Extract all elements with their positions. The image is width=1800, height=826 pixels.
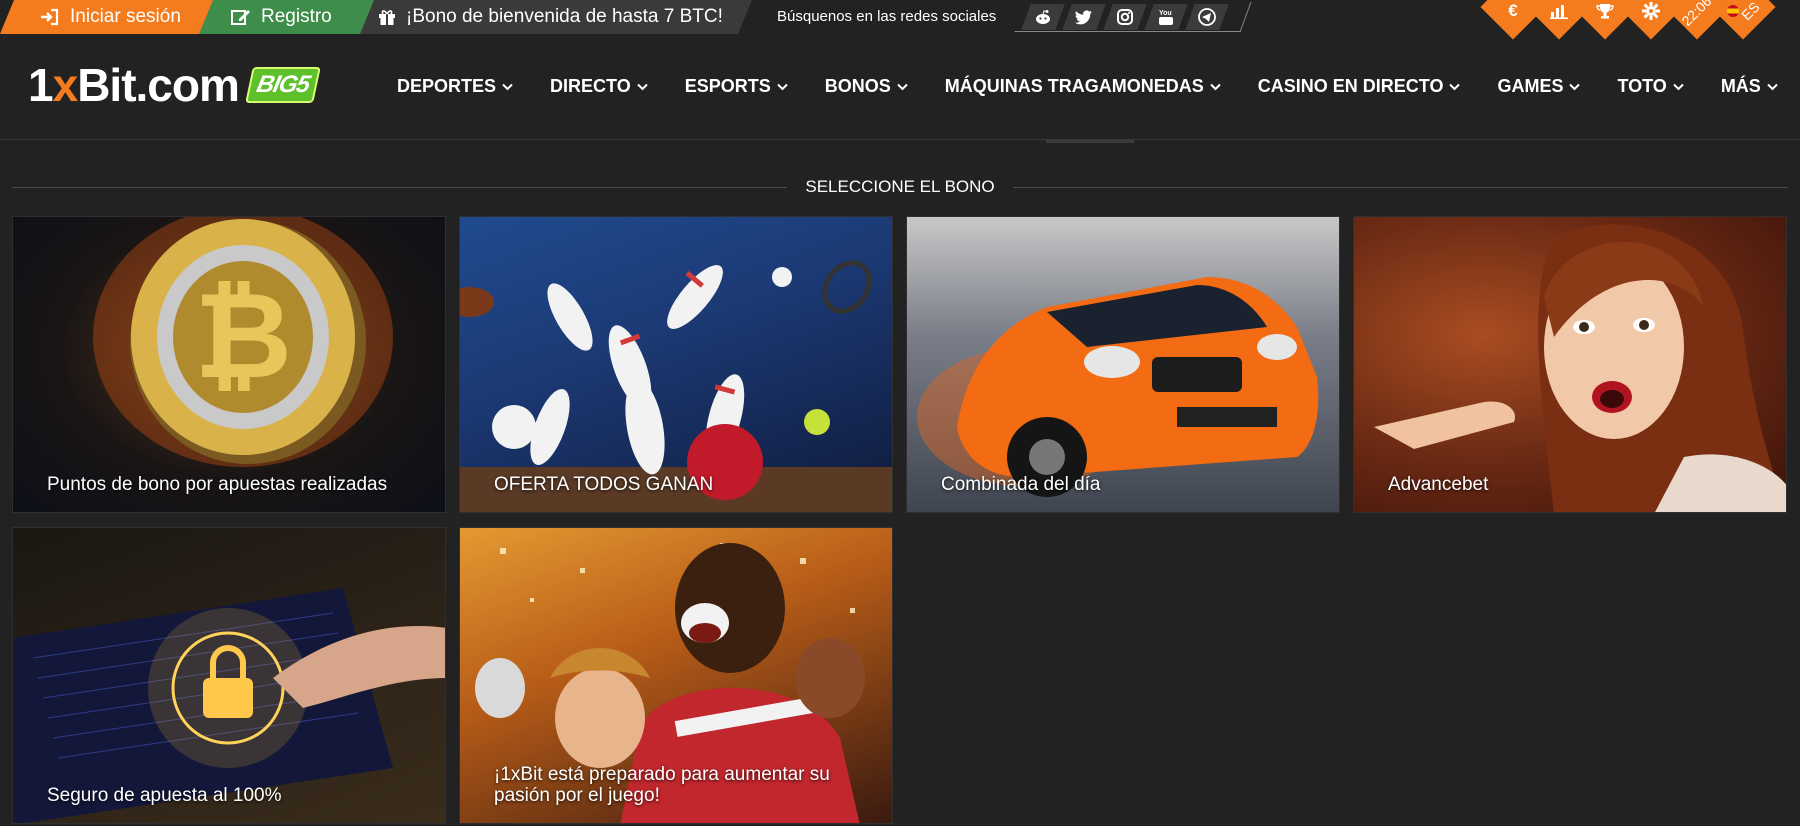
nav-maquinas-tragamonedas[interactable]: MÁQUINAS TRAGAMONEDAS (945, 76, 1221, 97)
chevron-down-icon (897, 83, 908, 90)
padlock-tablet-image (13, 588, 445, 823)
chevron-down-icon (1767, 83, 1778, 90)
youtube-icon: You (1159, 10, 1173, 25)
nav-label: MÁQUINAS TRAGAMONEDAS (944, 76, 1204, 96)
card-title: Combinada del día (941, 474, 1101, 496)
nav-mas[interactable]: MÁS (1721, 76, 1778, 97)
nav-label: DIRECTO (550, 76, 631, 96)
spain-flag-icon (1726, 5, 1739, 17)
instagram-link[interactable] (1103, 4, 1147, 30)
card-title: OFERTA TODOS GANAN (494, 474, 714, 496)
chart-icon (1550, 5, 1568, 19)
bowling-pins-image (460, 260, 892, 512)
nav-games[interactable]: GAMES (1497, 76, 1581, 97)
nav-label: DEPORTES (397, 76, 497, 96)
section-title: SELECCIONE EL BONO (805, 177, 995, 196)
chevron-down-icon (1569, 83, 1581, 90)
svg-text:₿: ₿ (194, 269, 292, 403)
instagram-icon (1117, 9, 1133, 25)
main-nav: DEPORTES DIRECTO ESPORTS BONOS MÁQUINAS … (397, 76, 1778, 97)
bonus-card-combo-of-the-day[interactable]: Combinada del día (906, 216, 1340, 513)
reddit-link[interactable] (1021, 4, 1065, 30)
nav-toto[interactable]: TOTO (1617, 76, 1684, 97)
time-display: 22:06 (1678, 0, 1716, 30)
nav-label: MÁS (1720, 76, 1761, 96)
edit-icon (231, 8, 251, 26)
nav-label: ESPORTS (684, 76, 771, 96)
register-label: Registro (261, 6, 332, 27)
language-button[interactable]: ES (1720, 0, 1766, 34)
card-title: Puntos de bono por apuestas realizadas (47, 474, 388, 496)
login-button[interactable]: Iniciar sesión (0, 0, 215, 34)
welcome-bonus-label: ¡Bono de bienvenida de hasta 7 BTC! (406, 6, 723, 27)
nav-label: TOTO (1617, 76, 1667, 96)
card-title: Advancebet (1388, 474, 1489, 496)
header-divider-mark (1046, 140, 1134, 143)
big5-badge: BIG5 (245, 67, 321, 103)
logo-part-2: Bit.com (77, 59, 240, 111)
telegram-icon (1198, 8, 1216, 26)
divider-line (1012, 186, 1789, 188)
surprised-woman-image (1374, 224, 1786, 512)
bonus-card-everyone-wins[interactable]: OFERTA TODOS GANAN (459, 216, 893, 513)
nav-label: GAMES (1497, 76, 1564, 96)
nav-esports[interactable]: ESPORTS (685, 76, 788, 97)
divider-line (12, 186, 788, 188)
euro-icon: € (1508, 1, 1518, 20)
telegram-link[interactable] (1185, 4, 1229, 30)
chevron-down-icon (1449, 83, 1461, 90)
chevron-down-icon (1673, 83, 1684, 90)
youtube-link[interactable]: You (1144, 4, 1188, 30)
card-title: Seguro de apuesta al 100% (47, 785, 282, 807)
bonus-card-advancebet[interactable]: Advancebet (1353, 216, 1787, 513)
chevron-down-icon (1210, 83, 1221, 90)
chevron-down-icon (777, 83, 788, 90)
social-links: You (1020, 2, 1246, 32)
card-title: ¡1xBit está preparado para aumentar su p… (494, 764, 830, 807)
social-label: Búsquenos en las redes sociales (777, 7, 997, 25)
nav-directo[interactable]: DIRECTO (550, 76, 648, 97)
gear-icon (1642, 2, 1660, 20)
nav-deportes[interactable]: DEPORTES (397, 76, 513, 97)
twitter-link[interactable] (1062, 4, 1106, 30)
reddit-icon (1036, 10, 1050, 24)
svg-text:You: You (1159, 10, 1172, 17)
nav-label: CASINO EN DIRECTO (1257, 76, 1444, 96)
nav-label: BONOS (824, 76, 891, 96)
bitcoin-coin-image: ₿ (93, 217, 393, 467)
login-label: Iniciar sesión (70, 6, 181, 27)
logo-x: x (52, 59, 79, 111)
welcome-bonus-link[interactable]: ¡Bono de bienvenida de hasta 7 BTC! (360, 0, 752, 34)
logo-part-1: 1 (28, 59, 54, 111)
bonus-card-bonus-points[interactable]: ₿ Puntos de bono por apuestas realizadas (12, 216, 446, 513)
orange-car-image (917, 277, 1319, 497)
nav-bonos[interactable]: BONOS (825, 76, 908, 97)
chevron-down-icon (502, 83, 513, 90)
language-code: ES (1737, 0, 1763, 24)
chevron-down-icon (637, 83, 648, 90)
bonus-card-passion-for-game[interactable]: ¡1xBit está preparado para aumentar su p… (459, 527, 893, 824)
site-logo[interactable]: 1 x Bit.com BIG5 (28, 58, 321, 112)
nav-casino-en-directo[interactable]: CASINO EN DIRECTO (1258, 76, 1461, 97)
main-header: 1 x Bit.com BIG5 DEPORTES DIRECTO ESPORT… (0, 34, 1800, 140)
trophy-icon (1596, 4, 1614, 19)
login-icon (40, 8, 60, 26)
register-button[interactable]: Registro (199, 0, 375, 34)
gift-icon (378, 8, 396, 26)
section-header: SELECCIONE EL BONO (12, 175, 1789, 199)
bonus-card-bet-insurance[interactable]: Seguro de apuesta al 100% (12, 527, 446, 824)
twitter-icon (1075, 9, 1092, 24)
